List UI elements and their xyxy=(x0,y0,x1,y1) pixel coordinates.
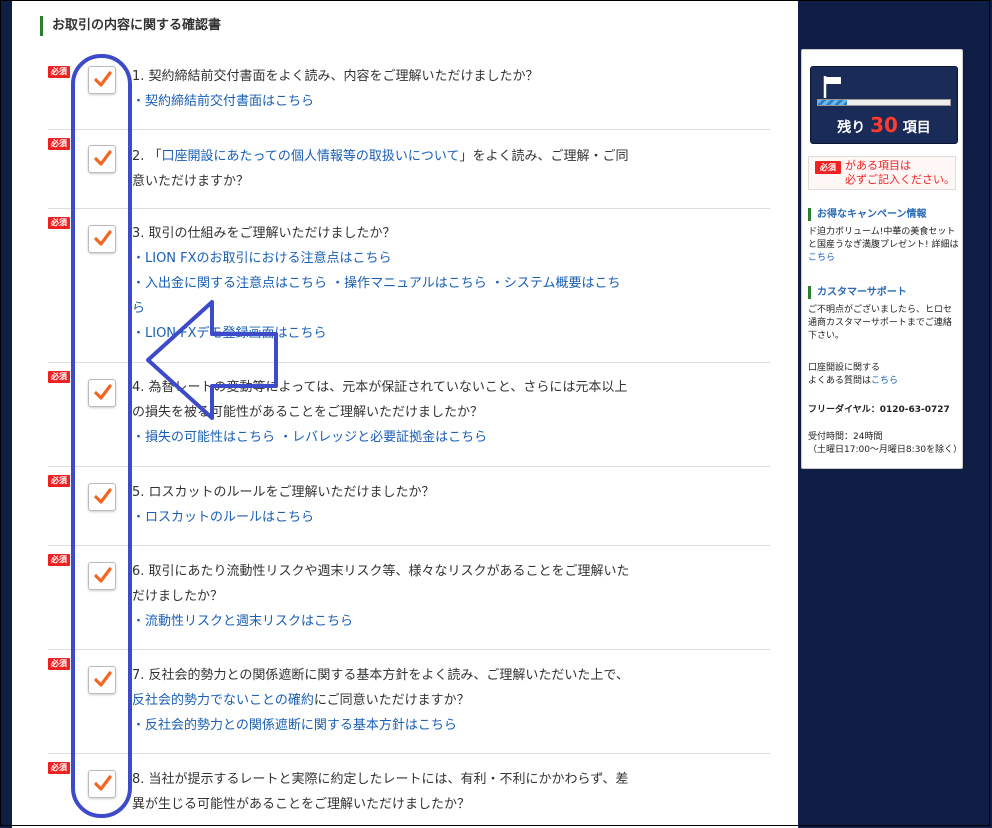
question-body: 2. 「口座開設にあたっての個人情報等の取扱いについて」をよく読み、ご理解・ご同… xyxy=(132,144,632,194)
progress-bar xyxy=(817,99,951,106)
agree-checkbox-2[interactable] xyxy=(88,145,116,173)
doc-link[interactable]: ・操作マニュアルはこちら xyxy=(331,276,487,291)
question-row-7: 必須 7. 反社会的勢力との関係遮断に関する基本方針をよく読み、ご理解いただいた… xyxy=(48,650,770,754)
question-text-part: 2. 「 xyxy=(132,149,162,164)
required-badge: 必須 xyxy=(815,161,841,174)
checkmark-icon xyxy=(94,775,112,791)
agree-checkbox-4[interactable] xyxy=(88,379,116,407)
faq-description: 口座開設に関する よくある質問は xyxy=(808,363,881,386)
checkmark-icon xyxy=(94,671,112,687)
doc-link[interactable]: ・LION FXのお取引における注意点はこちら xyxy=(132,251,392,266)
doc-link[interactable]: ・ロスカットのルールはこちら xyxy=(132,510,314,525)
agree-checkbox-7[interactable] xyxy=(88,666,116,694)
doc-link[interactable]: ・流動性リスクと週末リスクはこちら xyxy=(132,614,353,629)
required-badge: 必須 xyxy=(48,217,70,229)
progress-fill xyxy=(818,100,848,105)
question-text-part: 7. 反社会的勢力との関係遮断に関する基本方針をよく読み、ご理解いただいた上で、 xyxy=(132,668,629,683)
support-heading: カスタマーサポート xyxy=(808,286,907,299)
remaining-suffix: 項目 xyxy=(902,120,931,136)
doc-link[interactable]: ・損失の可能性はこちら xyxy=(132,430,275,445)
question-body: 6. 取引にあたり流動性リスクや週末リスク等、様々なリスクがあることをご理解いた… xyxy=(132,559,632,634)
campaign-heading: お得なキャンペーン情報 xyxy=(808,208,927,221)
checkmark-icon xyxy=(94,71,112,87)
question-text: 8. 当社が提示するレートと実際に約定したレートには、有利・不利にかかわらず、差… xyxy=(132,772,629,812)
required-badge: 必須 xyxy=(48,762,70,774)
doc-link[interactable]: ・契約締結前交付書面はこちら xyxy=(132,94,314,109)
question-text: 1. 契約締結前交付書面をよく読み、内容をご理解いただけましたか？ xyxy=(132,69,539,84)
required-note-text: がある項目は 必ずご記入ください。 xyxy=(845,159,955,186)
question-body: 3. 取引の仕組みをご理解いただけましたか？ ・LION FXのお取引における注… xyxy=(132,221,632,346)
remaining-counter: 残り 30 項目 xyxy=(810,66,958,144)
section-title: お取引の内容に関する確認書 xyxy=(40,16,221,36)
main-panel: お取引の内容に関する確認書 必須 1. 契約締結前交付書面をよく読み、内容をご理… xyxy=(12,0,798,828)
agree-checkbox-8[interactable] xyxy=(88,770,116,798)
faq-text: 口座開設に関する よくある質問はこちら xyxy=(808,362,960,388)
question-body: 1. 契約締結前交付書面をよく読み、内容をご理解いただけましたか？ ・契約締結前… xyxy=(132,64,632,114)
question-row-4: 必須 4. 為替レートの変動等によっては、元本が保証されていないこと、さらには元… xyxy=(48,363,770,467)
agree-checkbox-1[interactable] xyxy=(88,66,116,94)
campaign-text: ド迫力ボリューム!中華の美食セットと国産うなぎ満腹プレゼント! 詳細はこちら xyxy=(808,226,960,265)
remaining-count: 30 xyxy=(870,113,898,137)
question-text: 4. 為替レートの変動等によっては、元本が保証されていないこと、さらには元本以上… xyxy=(132,380,628,420)
question-row-2: 必須 2. 「口座開設にあたっての個人情報等の取扱いについて」をよく読み、ご理解… xyxy=(48,130,770,209)
sidebar: 残り 30 項目 必須 がある項目は 必ずご記入ください。 お得なキャンペーン情… xyxy=(801,49,963,469)
question-row-3: 必須 3. 取引の仕組みをご理解いただけましたか？ ・LION FXのお取引にお… xyxy=(48,209,770,363)
question-row-6: 必須 6. 取引にあたり流動性リスクや週末リスク等、様々なリスクがあることをご理… xyxy=(48,546,770,650)
privacy-policy-link[interactable]: 口座開設にあたっての個人情報等の取扱いについて xyxy=(162,149,460,164)
agree-checkbox-5[interactable] xyxy=(88,483,116,511)
doc-link[interactable]: ・レバレッジと必要証拠金はこちら xyxy=(279,430,487,445)
support-text: ご不明点がございましたら、ヒロセ通商カスタマーサポートまでご連絡下さい。 xyxy=(808,305,953,341)
doc-link[interactable]: ・反社会的勢力との関係遮断に関する基本方針はこちら xyxy=(132,718,457,733)
doc-link[interactable]: ・LION FXデモ登録画面はこちら xyxy=(132,326,327,341)
question-text: 5. ロスカットのルールをご理解いただけましたか？ xyxy=(132,485,435,500)
question-body: 8. 当社が提示するレートと実際に約定したレートには、有利・不利にかかわらず、差… xyxy=(132,767,632,817)
question-text: 7. 反社会的勢力との関係遮断に関する基本方針をよく読み、ご理解いただいた上で、… xyxy=(132,663,632,713)
required-badge: 必須 xyxy=(48,475,70,487)
flag-icon xyxy=(823,76,841,98)
checkmark-icon xyxy=(94,230,112,246)
required-badge: 必須 xyxy=(48,371,70,383)
question-body: 4. 為替レートの変動等によっては、元本が保証されていないこと、さらには元本以上… xyxy=(132,375,632,450)
question-row-5: 必須 5. ロスカットのルールをご理解いただけましたか？ ・ロスカットのルールは… xyxy=(48,467,770,546)
remaining-label: 残り 30 項目 xyxy=(811,111,957,142)
checkmark-icon xyxy=(94,488,112,504)
required-badge: 必須 xyxy=(48,138,70,150)
question-text: 3. 取引の仕組みをご理解いただけましたか？ xyxy=(132,226,396,241)
agree-checkbox-3[interactable] xyxy=(88,225,116,253)
question-body: 5. ロスカットのルールをご理解いただけましたか？ ・ロスカットのルールはこちら xyxy=(132,480,632,530)
required-badge: 必須 xyxy=(48,66,70,78)
freedial-number: フリーダイヤル：0120-63-0727 xyxy=(808,405,950,415)
checkmark-icon xyxy=(94,567,112,583)
required-note: 必須 がある項目は 必ずご記入ください。 xyxy=(808,156,956,190)
checkmark-icon xyxy=(94,384,112,400)
campaign-description: ド迫力ボリューム!中華の美食セットと国産うなぎ満腹プレゼント! 詳細は xyxy=(808,227,959,250)
checkmark-icon xyxy=(94,150,112,166)
question-row-1: 必須 1. 契約締結前交付書面をよく読み、内容をご理解いただけましたか？ ・契約… xyxy=(48,58,770,130)
faq-link[interactable]: こちら xyxy=(871,376,898,386)
required-badge: 必須 xyxy=(48,554,70,566)
antisocial-pledge-link[interactable]: 反社会的勢力でないことの確約 xyxy=(132,693,314,708)
required-badge: 必須 xyxy=(48,658,70,670)
question-body: 7. 反社会的勢力との関係遮断に関する基本方針をよく読み、ご理解いただいた上で、… xyxy=(132,663,632,738)
agree-checkbox-6[interactable] xyxy=(88,562,116,590)
question-text: 6. 取引にあたり流動性リスクや週末リスク等、様々なリスクがあることをご理解いた… xyxy=(132,564,630,604)
question-text-part: にご同意いただけますか？ xyxy=(313,693,470,708)
campaign-link[interactable]: こちら xyxy=(808,253,835,263)
question-text: 2. 「口座開設にあたっての個人情報等の取扱いについて」をよく読み、ご理解・ご同… xyxy=(132,144,632,194)
doc-link[interactable]: ・入出金に関する注意点はこちら xyxy=(132,276,327,291)
question-row-8: 必須 8. 当社が提示するレートと実際に約定したレートには、有利・不利にかかわら… xyxy=(48,754,770,828)
support-hours: 受付時間：24時間 （土曜日17:00～月曜日8:30を除く） xyxy=(808,432,963,455)
remaining-prefix: 残り xyxy=(837,120,866,136)
